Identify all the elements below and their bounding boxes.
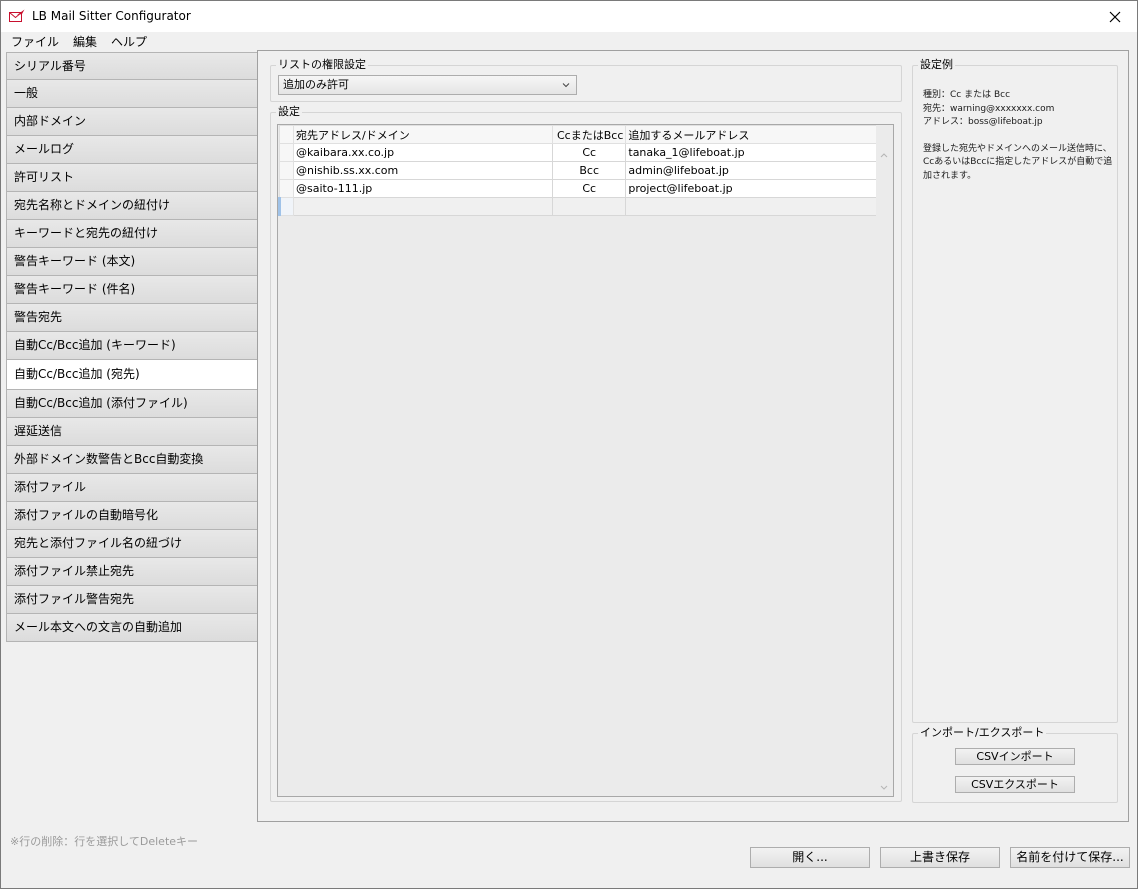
row-header-corner: [279, 125, 294, 144]
settings-group: 設定 宛先アドレス/ドメイン CcまたはBcc 追加するメールアドレス @kai…: [270, 105, 902, 802]
cell-add-address[interactable]: admin@lifeboat.jp: [625, 161, 886, 180]
new-row-header[interactable]: [278, 197, 294, 216]
permission-select-value: 追加のみ許可: [283, 78, 349, 91]
delete-hint: ※行の削除：行を選択してDeleteキー: [10, 835, 199, 848]
sidebar-item-attachment-encryption[interactable]: 添付ファイルの自動暗号化: [6, 502, 258, 530]
app-window: LB Mail Sitter Configurator ファイル 編集 ヘルプ …: [0, 0, 1138, 889]
menu-help[interactable]: ヘルプ: [105, 32, 155, 50]
sidebar-item-keyword-recipient[interactable]: キーワードと宛先の紐付け: [6, 220, 258, 248]
title-bar: LB Mail Sitter Configurator: [1, 1, 1137, 32]
menu-file[interactable]: ファイル: [1, 32, 67, 50]
sidebar-item-attachment-warning[interactable]: 添付ファイル警告宛先: [6, 586, 258, 614]
mail-icon: [9, 9, 25, 22]
example-description-3: 加されます。: [923, 170, 977, 181]
sidebar: シリアル番号 一般 内部ドメイン メールログ 許可リスト 宛先名称とドメインの紐…: [6, 52, 258, 642]
example-legend: 設定例: [918, 58, 955, 72]
cell-recipient[interactable]: @nishib.ss.xx.com: [293, 161, 553, 180]
sidebar-item-auto-cc-attachment[interactable]: 自動Cc/Bcc追加 (添付ファイル): [6, 390, 258, 418]
close-icon: [1109, 11, 1121, 22]
column-header-recipient[interactable]: 宛先アドレス/ドメイン: [293, 125, 553, 144]
table-row[interactable]: @nishib.ss.xx.com Bcc admin@lifeboat.jp: [279, 161, 886, 180]
window-title: LB Mail Sitter Configurator: [32, 9, 191, 23]
open-button[interactable]: 開く...: [750, 847, 870, 868]
example-description-2: CcあるいはBccに指定したアドレスが自動で追: [923, 157, 1113, 167]
example-description-1: 登録した宛先やドメインへのメール送信時に、: [923, 143, 1112, 154]
cell-cc-bcc[interactable]: Cc: [551, 143, 627, 162]
permission-group: リストの権限設定 追加のみ許可: [270, 58, 902, 102]
sidebar-item-internal-domain[interactable]: 内部ドメイン: [6, 108, 258, 136]
overwrite-save-button[interactable]: 上書き保存: [880, 847, 1000, 868]
header-row: 宛先アドレス/ドメイン CcまたはBcc 追加するメールアドレス: [279, 125, 886, 144]
new-cell-cc-bcc[interactable]: [551, 197, 627, 216]
csv-import-button[interactable]: CSVインポート: [955, 748, 1075, 765]
cell-cc-bcc[interactable]: Bcc: [551, 161, 627, 180]
sidebar-item-auto-cc-keyword[interactable]: 自動Cc/Bcc追加 (キーワード): [6, 332, 258, 360]
sidebar-item-mail-log[interactable]: メールログ: [6, 136, 258, 164]
settings-table: 宛先アドレス/ドメイン CcまたはBcc 追加するメールアドレス @kaibar…: [278, 125, 886, 216]
table-row[interactable]: @kaibara.xx.co.jp Cc tanaka_1@lifeboat.j…: [279, 143, 886, 162]
sidebar-item-warning-keyword-subject[interactable]: 警告キーワード (件名): [6, 276, 258, 304]
new-row[interactable]: [278, 197, 886, 216]
row-header[interactable]: [279, 179, 294, 198]
sidebar-item-allow-list[interactable]: 許可リスト: [6, 164, 258, 192]
main-panel: リストの権限設定 追加のみ許可 設定 宛先アドレス/ドメイン CcまたはBcc …: [257, 50, 1129, 822]
example-recipient-line: 宛先：warning@xxxxxxx.com: [923, 103, 1055, 114]
example-address-line: アドレス：boss@lifeboat.jp: [923, 117, 1043, 127]
menu-bar: ファイル 編集 ヘルプ: [1, 32, 1137, 50]
sidebar-item-attachment-forbidden[interactable]: 添付ファイル禁止宛先: [6, 558, 258, 586]
new-cell-recipient[interactable]: [293, 197, 553, 216]
sidebar-item-general[interactable]: 一般: [6, 80, 258, 108]
close-button[interactable]: [1093, 1, 1137, 32]
scroll-up-icon[interactable]: [880, 152, 888, 158]
menu-edit[interactable]: 編集: [67, 32, 105, 50]
settings-grid[interactable]: 宛先アドレス/ドメイン CcまたはBcc 追加するメールアドレス @kaibar…: [277, 124, 894, 797]
row-header[interactable]: [279, 143, 294, 162]
example-type-line: 種別：Cc または Bcc: [923, 90, 1011, 100]
column-header-add-address[interactable]: 追加するメールアドレス: [625, 125, 886, 144]
cell-add-address[interactable]: project@lifeboat.jp: [625, 179, 886, 198]
table-row[interactable]: @saito-111.jp Cc project@lifeboat.jp: [279, 179, 886, 198]
cell-recipient[interactable]: @kaibara.xx.co.jp: [293, 143, 553, 162]
grid-scrollbar[interactable]: [876, 125, 893, 796]
sidebar-item-attachment[interactable]: 添付ファイル: [6, 474, 258, 502]
chevron-down-icon: [562, 83, 570, 88]
row-header[interactable]: [279, 161, 294, 180]
csv-export-button[interactable]: CSVエクスポート: [955, 776, 1075, 793]
permission-select[interactable]: 追加のみ許可: [278, 75, 577, 95]
import-export-group: インポート/エクスポート CSVインポート CSVエクスポート: [912, 726, 1118, 803]
sidebar-item-serial-number[interactable]: シリアル番号: [6, 52, 258, 80]
sidebar-item-auto-body-text[interactable]: メール本文への文言の自動追加: [6, 614, 258, 642]
sidebar-item-auto-cc-recipient[interactable]: 自動Cc/Bcc追加 (宛先): [6, 360, 258, 390]
sidebar-item-external-domain-warning[interactable]: 外部ドメイン数警告とBcc自動変換: [6, 446, 258, 474]
import-export-legend: インポート/エクスポート: [918, 726, 1047, 740]
example-text: 種別：Cc または Bcc 宛先：warning@xxxxxxx.com アドレ…: [923, 89, 1113, 183]
sidebar-item-warning-recipient[interactable]: 警告宛先: [6, 304, 258, 332]
example-group: 設定例 種別：Cc または Bcc 宛先：warning@xxxxxxx.com…: [912, 58, 1118, 723]
sidebar-item-recipient-name-domain[interactable]: 宛先名称とドメインの紐付け: [6, 192, 258, 220]
column-header-cc-bcc[interactable]: CcまたはBcc: [551, 125, 627, 144]
save-as-button[interactable]: 名前を付けて保存...: [1010, 847, 1130, 868]
sidebar-item-delayed-send[interactable]: 遅延送信: [6, 418, 258, 446]
new-cell-add-address[interactable]: [625, 197, 886, 216]
cell-cc-bcc[interactable]: Cc: [551, 179, 627, 198]
cell-add-address[interactable]: tanaka_1@lifeboat.jp: [625, 143, 886, 162]
sidebar-item-warning-keyword-body[interactable]: 警告キーワード (本文): [6, 248, 258, 276]
cell-recipient[interactable]: @saito-111.jp: [293, 179, 553, 198]
permission-legend: リストの権限設定: [276, 58, 368, 72]
scroll-down-icon[interactable]: [880, 785, 888, 791]
sidebar-item-recipient-attachment-name[interactable]: 宛先と添付ファイル名の紐づけ: [6, 530, 258, 558]
settings-legend: 設定: [276, 105, 302, 119]
